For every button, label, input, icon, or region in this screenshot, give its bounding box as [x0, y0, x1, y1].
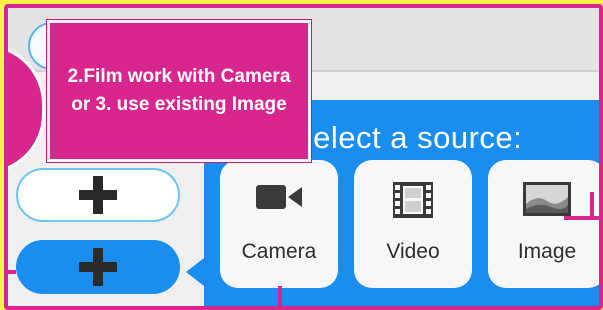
landscape-image-icon	[523, 182, 571, 216]
annotation-callout: 2.Film work with Camera or 3. use existi…	[47, 20, 311, 162]
video-camera-icon	[256, 185, 302, 209]
camera-label: Camera	[241, 240, 317, 263]
image-source-button[interactable]: Image	[488, 160, 599, 288]
add-item-button[interactable]	[16, 168, 180, 222]
app-screenshot-frame: Select a source: Camera Video Image 2.Fi…	[4, 4, 603, 310]
image-label: Image	[517, 240, 577, 263]
popover-pointer	[186, 258, 204, 286]
panel-title: Select a source:	[292, 120, 523, 155]
camera-source-button[interactable]: Camera	[220, 160, 338, 288]
plus-icon	[79, 176, 117, 214]
video-label: Video	[386, 240, 440, 263]
film-strip-icon	[393, 182, 433, 218]
video-source-button[interactable]: Video	[354, 160, 472, 288]
add-item-button-active[interactable]	[16, 240, 180, 294]
annotation-connector-image-vertical	[590, 192, 594, 220]
annotation-connector-camera	[278, 286, 282, 306]
plus-icon	[79, 248, 117, 286]
annotation-connector-left	[8, 270, 16, 274]
